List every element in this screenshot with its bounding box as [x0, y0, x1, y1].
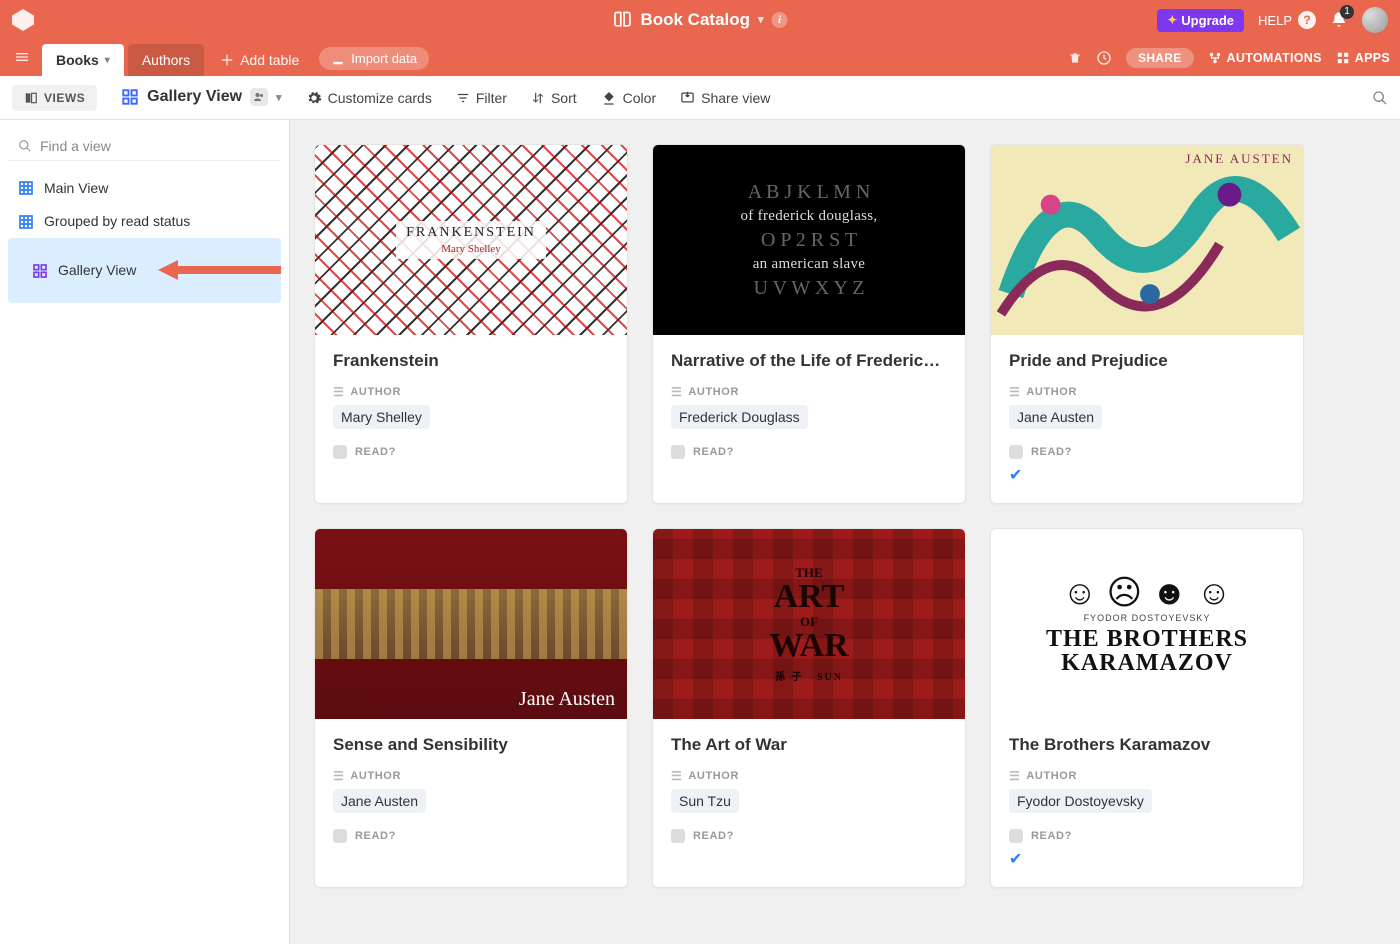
gallery-card[interactable]: JANE AUSTEN Pride and Prejudice ☰AUTHOR …: [990, 144, 1304, 504]
base-title: Book Catalog: [640, 10, 750, 30]
author-chip[interactable]: Frederick Douglass: [671, 405, 808, 429]
card-title: Frankenstein: [333, 351, 609, 371]
apps-button[interactable]: APPS: [1336, 51, 1390, 65]
share-button[interactable]: SHARE: [1126, 48, 1194, 68]
sidebar-view-grouped[interactable]: Grouped by read status: [8, 204, 281, 237]
gallery-card[interactable]: THE ART OF WAR 孫 子 SUN The Art of War ☰A…: [652, 528, 966, 888]
author-field-label: ☰AUTHOR: [333, 385, 609, 399]
notification-badge: 1: [1340, 5, 1354, 19]
search-icon[interactable]: [1372, 89, 1388, 106]
gallery-card[interactable]: FRANKENSTEIN Mary Shelley Frankenstein ☰…: [314, 144, 628, 504]
user-avatar[interactable]: [1362, 7, 1388, 33]
gallery-view-icon: [32, 262, 48, 279]
collaborators-icon[interactable]: [250, 88, 268, 106]
grid-view-icon: [18, 179, 34, 196]
add-table-button[interactable]: Add table: [208, 44, 311, 76]
checkbox-icon: [333, 445, 347, 459]
sparkle-icon: ✦: [1167, 13, 1177, 27]
author-field-label: ☰AUTHOR: [671, 769, 947, 783]
notifications-button[interactable]: 1: [1330, 11, 1348, 29]
card-title: The Art of War: [671, 735, 947, 755]
trash-icon[interactable]: [1068, 51, 1082, 66]
card-title: Pride and Prejudice: [1009, 351, 1285, 371]
annotation-arrow: [158, 258, 281, 282]
sort-button[interactable]: Sort: [531, 90, 577, 106]
tab-authors[interactable]: Authors: [128, 44, 204, 76]
check-icon: ✔: [1009, 849, 1285, 869]
gallery-view-icon: [121, 88, 139, 106]
card-cover: and Jane Austen: [315, 529, 627, 719]
gallery-card[interactable]: A B J K L M N of frederick douglass, O P…: [652, 144, 966, 504]
check-icon: ✔: [1009, 465, 1285, 485]
view-toolbar: VIEWS Gallery View ▾ Customize cards Fil…: [0, 76, 1400, 120]
checkbox-icon: [671, 829, 685, 843]
book-icon: [612, 10, 632, 31]
card-title: The Brothers Karamazov: [1009, 735, 1285, 755]
checkbox-icon: [671, 445, 685, 459]
color-button[interactable]: Color: [601, 90, 656, 106]
read-field-label: READ?: [671, 445, 947, 459]
author-chip[interactable]: Mary Shelley: [333, 405, 430, 429]
app-logo[interactable]: [12, 9, 34, 31]
checkbox-icon: [1009, 829, 1023, 843]
read-field-label: READ?: [1009, 445, 1285, 459]
chevron-down-icon: ▾: [105, 55, 110, 66]
checkbox-icon: [333, 829, 347, 843]
gallery-area: FRANKENSTEIN Mary Shelley Frankenstein ☰…: [290, 120, 1400, 944]
card-cover: JANE AUSTEN: [991, 145, 1303, 335]
gallery-card[interactable]: and Jane Austen Sense and Sensibility ☰A…: [314, 528, 628, 888]
chevron-down-icon: ▾: [276, 91, 282, 104]
read-field-label: READ?: [333, 445, 609, 459]
info-icon[interactable]: i: [772, 12, 788, 28]
gallery-card[interactable]: ☺ ☹ ☻ ☺ FYODOR DOSTOYEVSKY THE BROTHERS …: [990, 528, 1304, 888]
author-chip[interactable]: Jane Austen: [1009, 405, 1102, 429]
author-field-label: ☰AUTHOR: [671, 385, 947, 399]
read-field-label: READ?: [671, 829, 947, 843]
sidebar-view-gallery[interactable]: Gallery View ▾: [8, 238, 281, 303]
author-chip[interactable]: Fyodor Dostoyevsky: [1009, 789, 1152, 813]
menu-icon[interactable]: [10, 48, 38, 76]
card-cover: THE ART OF WAR 孫 子 SUN: [653, 529, 965, 719]
views-toggle-button[interactable]: VIEWS: [12, 85, 97, 111]
customize-cards-button[interactable]: Customize cards: [306, 90, 432, 106]
import-data-button[interactable]: Import data: [319, 47, 429, 70]
card-title: Sense and Sensibility: [333, 735, 609, 755]
find-view-input[interactable]: Find a view: [8, 132, 281, 161]
base-title-group[interactable]: Book Catalog ▾ i: [612, 10, 787, 31]
chevron-down-icon: ▾: [758, 13, 764, 26]
table-tabs-bar: Books ▾ Authors Add table Import data SH…: [0, 40, 1400, 76]
card-cover: A B J K L M N of frederick douglass, O P…: [653, 145, 965, 335]
card-title: Narrative of the Life of Frederick ...: [671, 351, 947, 371]
card-cover: FRANKENSTEIN Mary Shelley: [315, 145, 627, 335]
read-field-label: READ?: [333, 829, 609, 843]
top-header: Book Catalog ▾ i ✦ Upgrade HELP ? 1: [0, 0, 1400, 40]
current-view-name[interactable]: Gallery View ▾: [121, 88, 281, 106]
author-field-label: ☰AUTHOR: [1009, 385, 1285, 399]
grid-view-icon: [18, 212, 34, 229]
author-chip[interactable]: Sun Tzu: [671, 789, 739, 813]
help-button[interactable]: HELP ?: [1258, 11, 1316, 29]
checkbox-icon: [1009, 445, 1023, 459]
history-icon[interactable]: [1096, 50, 1112, 66]
help-icon: ?: [1298, 11, 1316, 29]
read-field-label: READ?: [1009, 829, 1285, 843]
card-cover: ☺ ☹ ☻ ☺ FYODOR DOSTOYEVSKY THE BROTHERS …: [991, 529, 1303, 719]
sidebar-view-main[interactable]: Main View: [8, 171, 281, 204]
author-field-label: ☰AUTHOR: [333, 769, 609, 783]
share-view-button[interactable]: Share view: [680, 90, 770, 106]
views-sidebar: Find a view Main View Grouped by read st…: [0, 120, 290, 944]
automations-button[interactable]: AUTOMATIONS: [1208, 51, 1322, 65]
upgrade-button[interactable]: ✦ Upgrade: [1157, 9, 1244, 32]
filter-button[interactable]: Filter: [456, 90, 507, 106]
tab-books[interactable]: Books ▾: [42, 44, 124, 76]
author-field-label: ☰AUTHOR: [1009, 769, 1285, 783]
author-chip[interactable]: Jane Austen: [333, 789, 426, 813]
